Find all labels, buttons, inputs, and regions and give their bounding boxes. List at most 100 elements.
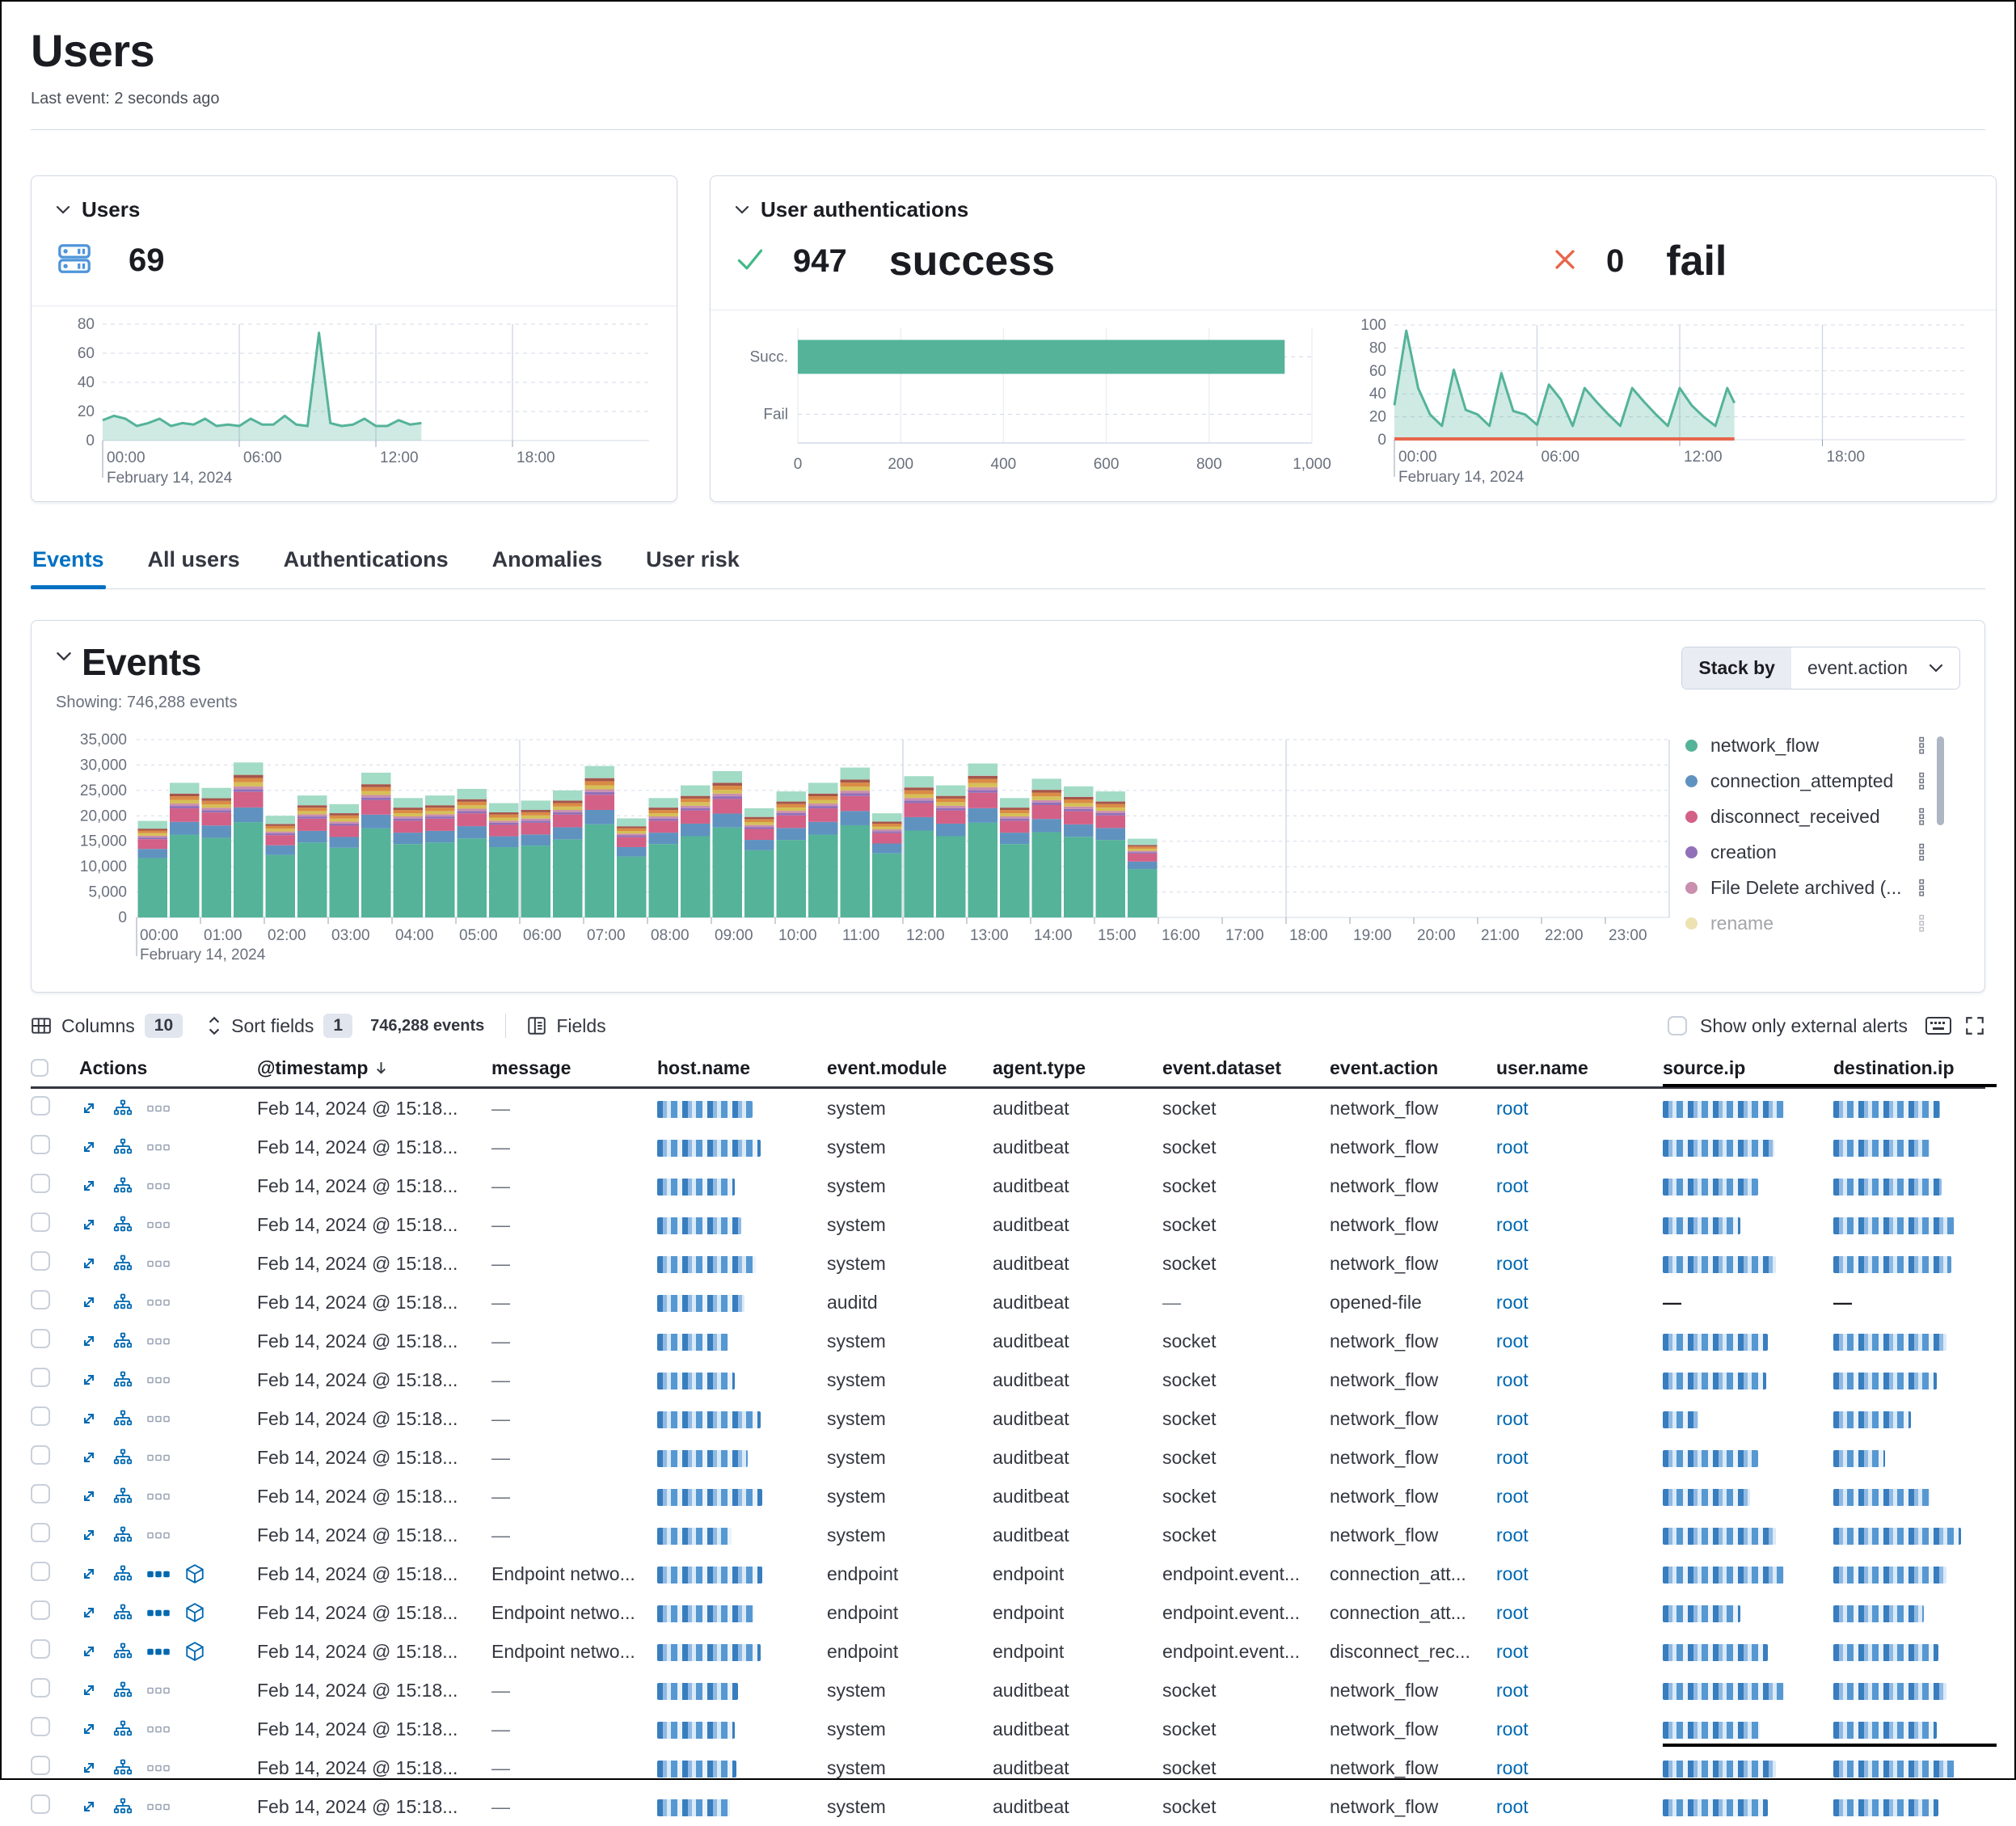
expand-event-icon[interactable] [79, 1254, 99, 1273]
user-link[interactable]: root [1496, 1757, 1529, 1778]
analyze-event-icon[interactable] [113, 1525, 133, 1545]
keyboard-icon[interactable] [1925, 1017, 1951, 1035]
legend-kebab-icon[interactable] [1917, 736, 1926, 755]
more-actions-icon[interactable] [147, 1571, 170, 1578]
analyze-event-icon[interactable] [113, 1603, 133, 1622]
user-link[interactable]: root [1496, 1602, 1529, 1623]
user-link[interactable]: root [1496, 1137, 1529, 1158]
row-checkbox[interactable] [31, 1406, 50, 1426]
analyze-event-icon[interactable] [113, 1099, 133, 1118]
legend-item[interactable]: rename [1685, 913, 1926, 934]
column-header-timestamp[interactable]: @timestamp [257, 1057, 491, 1079]
columns-button[interactable]: Columns 10 [31, 1014, 183, 1038]
column-header-sourceip[interactable]: source.ip [1663, 1057, 1833, 1079]
expand-event-icon[interactable] [79, 1331, 99, 1351]
analyze-event-icon[interactable] [113, 1293, 133, 1312]
row-checkbox[interactable] [31, 1096, 50, 1115]
analyze-event-icon[interactable] [113, 1215, 133, 1234]
more-actions-icon[interactable] [147, 1338, 170, 1345]
analyze-event-icon[interactable] [113, 1409, 133, 1428]
expand-event-icon[interactable] [79, 1099, 99, 1118]
analyze-event-icon[interactable] [113, 1681, 133, 1700]
sort-fields-button[interactable]: Sort fields 1 [207, 1014, 352, 1038]
analyze-event-icon[interactable] [113, 1448, 133, 1467]
column-header-destinationip[interactable]: destination.ip [1833, 1057, 1995, 1079]
row-checkbox[interactable] [31, 1717, 50, 1736]
legend-item[interactable]: File Delete archived (... [1685, 877, 1926, 899]
user-link[interactable]: root [1496, 1408, 1529, 1429]
user-link[interactable]: root [1496, 1214, 1529, 1235]
legend-item[interactable]: creation [1685, 841, 1926, 863]
collapse-chevron-icon[interactable] [735, 205, 749, 215]
fullscreen-icon[interactable] [1964, 1015, 1985, 1036]
more-actions-icon[interactable] [147, 1260, 170, 1267]
column-header-hostname[interactable]: host.name [657, 1057, 827, 1079]
expand-event-icon[interactable] [79, 1719, 99, 1739]
user-link[interactable]: root [1496, 1447, 1529, 1468]
row-checkbox[interactable] [31, 1794, 50, 1814]
select-all-checkbox[interactable] [31, 1059, 49, 1077]
fields-button[interactable]: Fields [527, 1015, 605, 1037]
row-checkbox[interactable] [31, 1329, 50, 1348]
more-actions-icon[interactable] [147, 1221, 170, 1229]
more-actions-icon[interactable] [147, 1532, 170, 1539]
legend-item[interactable]: connection_attempted [1685, 770, 1926, 792]
stack-by-select[interactable]: event.action [1791, 647, 1959, 689]
user-link[interactable]: root [1496, 1292, 1529, 1313]
analyze-event-icon[interactable] [113, 1370, 133, 1390]
user-link[interactable]: root [1496, 1524, 1529, 1546]
column-header-eventmodule[interactable]: event.module [827, 1057, 993, 1079]
more-actions-icon[interactable] [147, 1648, 170, 1655]
legend-kebab-icon[interactable] [1917, 808, 1926, 826]
tab-user-risk[interactable]: User risk [644, 542, 741, 588]
expand-event-icon[interactable] [79, 1293, 99, 1312]
column-header-eventaction[interactable]: event.action [1330, 1057, 1496, 1079]
more-actions-icon[interactable] [147, 1803, 170, 1811]
row-checkbox[interactable] [31, 1639, 50, 1659]
user-link[interactable]: root [1496, 1098, 1529, 1119]
expand-event-icon[interactable] [79, 1215, 99, 1234]
analyze-event-icon[interactable] [113, 1564, 133, 1584]
more-actions-icon[interactable] [147, 1144, 170, 1151]
legend-kebab-icon[interactable] [1917, 843, 1926, 862]
row-checkbox[interactable] [31, 1174, 50, 1193]
user-link[interactable]: root [1496, 1563, 1529, 1584]
user-link[interactable]: root [1496, 1253, 1529, 1274]
column-header-username[interactable]: user.name [1496, 1057, 1663, 1079]
row-checkbox[interactable] [31, 1678, 50, 1697]
expand-event-icon[interactable] [79, 1797, 99, 1816]
more-actions-icon[interactable] [147, 1454, 170, 1461]
more-actions-icon[interactable] [147, 1299, 170, 1306]
more-actions-icon[interactable] [147, 1609, 170, 1617]
column-header-Actions[interactable]: Actions [79, 1057, 257, 1079]
user-link[interactable]: root [1496, 1796, 1529, 1817]
more-actions-icon[interactable] [147, 1493, 170, 1500]
analyze-event-icon[interactable] [113, 1137, 133, 1157]
stack-by-control[interactable]: Stack by event.action [1681, 647, 1960, 689]
row-checkbox[interactable] [31, 1523, 50, 1542]
analyze-event-icon[interactable] [113, 1797, 133, 1816]
analyze-event-icon[interactable] [113, 1719, 133, 1739]
collapse-chevron-icon[interactable] [56, 652, 72, 662]
user-link[interactable]: root [1496, 1680, 1529, 1701]
tab-events[interactable]: Events [31, 542, 106, 588]
column-header-agenttype[interactable]: agent.type [993, 1057, 1162, 1079]
legend-item[interactable]: network_flow [1685, 735, 1926, 757]
user-link[interactable]: root [1496, 1718, 1529, 1740]
more-actions-icon[interactable] [147, 1726, 170, 1733]
row-checkbox[interactable] [31, 1562, 50, 1581]
row-checkbox[interactable] [31, 1251, 50, 1271]
legend-kebab-icon[interactable] [1917, 914, 1926, 933]
more-actions-icon[interactable] [147, 1415, 170, 1423]
analyze-event-icon[interactable] [113, 1254, 133, 1273]
row-checkbox[interactable] [31, 1484, 50, 1503]
expand-event-icon[interactable] [79, 1564, 99, 1584]
expand-event-icon[interactable] [79, 1603, 99, 1622]
user-link[interactable]: root [1496, 1369, 1529, 1390]
expand-event-icon[interactable] [79, 1370, 99, 1390]
more-actions-icon[interactable] [147, 1105, 170, 1112]
row-checkbox[interactable] [31, 1600, 50, 1620]
column-header-eventdataset[interactable]: event.dataset [1162, 1057, 1330, 1079]
legend-scrollbar[interactable] [1937, 736, 1944, 825]
row-checkbox[interactable] [31, 1368, 50, 1387]
